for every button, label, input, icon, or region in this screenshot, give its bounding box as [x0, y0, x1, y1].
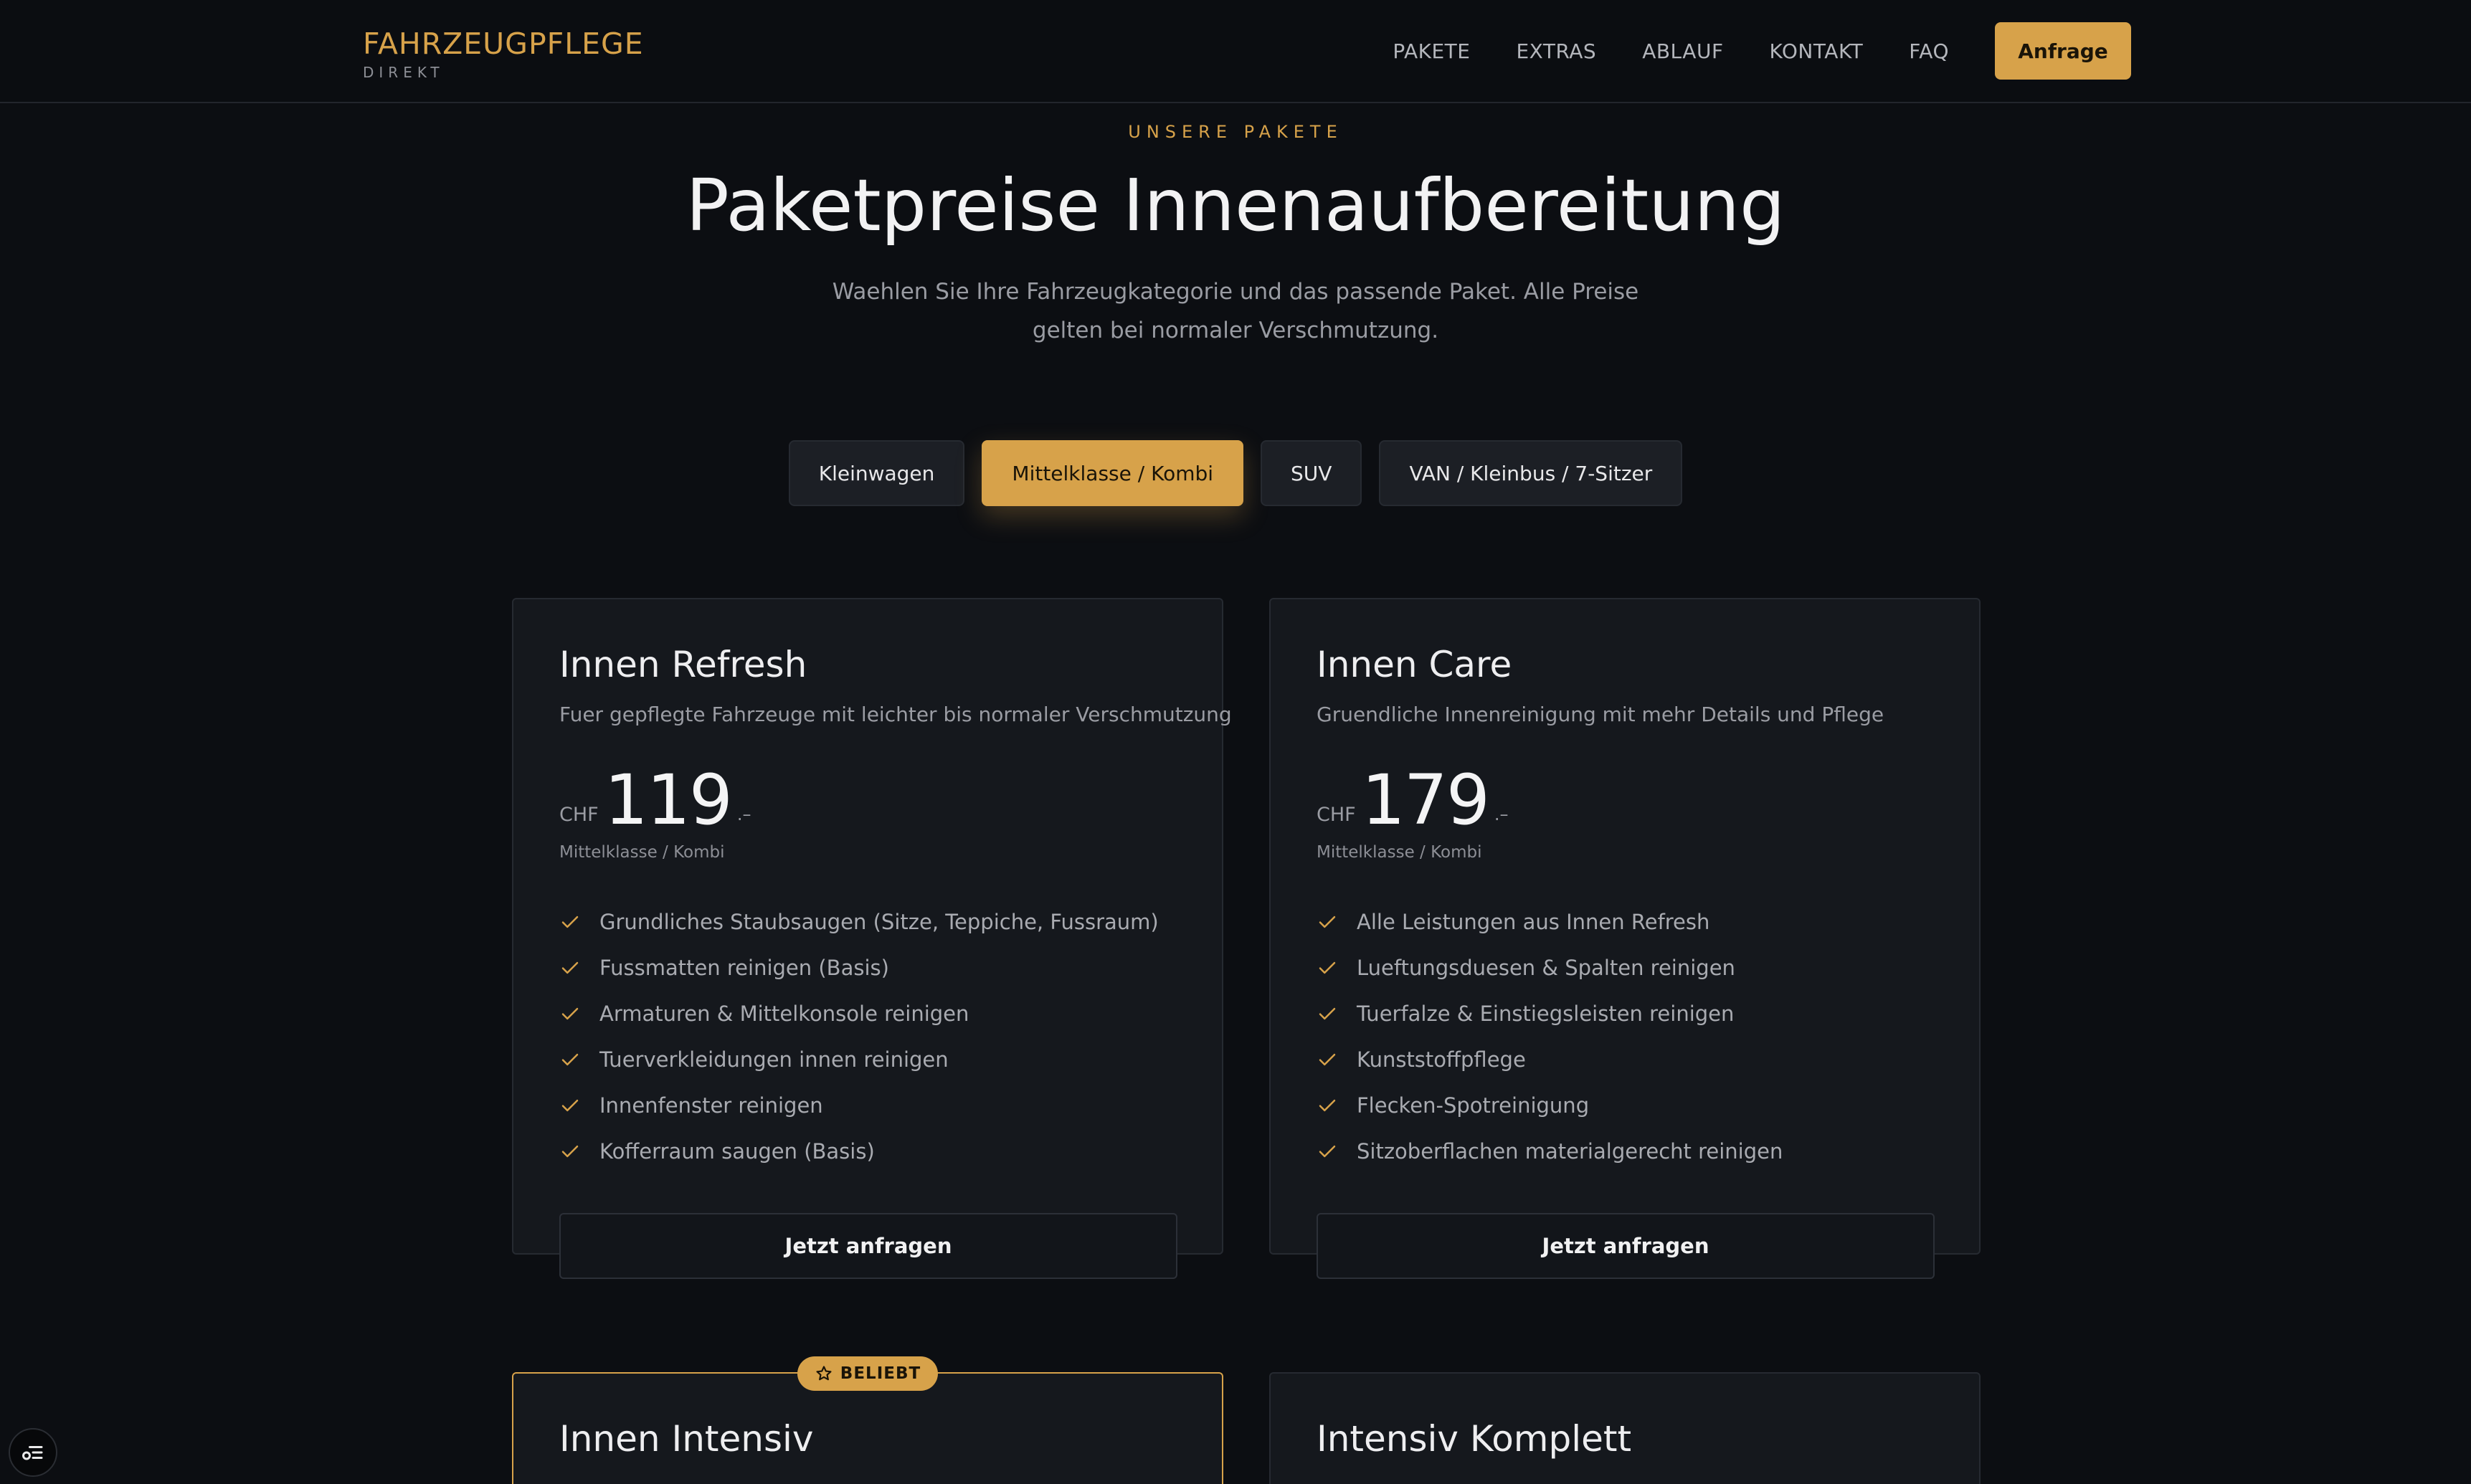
feature-text: Kofferraum saugen (Basis)	[599, 1139, 875, 1164]
popular-badge: BELIEBT	[797, 1356, 938, 1391]
feature-list: Grundliches Staubsaugen (Sitze, Teppiche…	[559, 899, 1190, 1174]
list-item: Innenfenster reinigen	[559, 1083, 1190, 1128]
list-item: Tuerfalze & Einstiegsleisten reinigen	[1317, 991, 1948, 1037]
check-icon	[1319, 961, 1336, 974]
star-icon	[816, 1366, 832, 1381]
feature-text: Lueftungsduesen & Spalten reinigen	[1357, 956, 1735, 980]
list-item: Kofferraum saugen (Basis)	[559, 1128, 1190, 1174]
list-item: Kunststoffpflege	[1317, 1037, 1948, 1083]
check-icon	[1319, 1007, 1336, 1020]
list-item: Alle Leistungen aus Innen Refresh	[1317, 899, 1948, 945]
nav-link-pakete[interactable]: PAKETE	[1393, 39, 1470, 63]
jetzt-anfragen-button[interactable]: Jetzt anfragen	[1317, 1213, 1935, 1279]
feature-text: Fussmatten reinigen (Basis)	[599, 956, 889, 980]
price-value: 179	[1361, 760, 1490, 840]
list-item: Flecken-Spotreinigung	[1317, 1083, 1948, 1128]
package-description: Fuer gepflegte Fahrzeuge mit leichter bi…	[559, 703, 1232, 726]
anfrage-button[interactable]: Anfrage	[1995, 22, 2131, 80]
list-item: Sitzoberflachen materialgerecht reinigen	[1317, 1128, 1948, 1174]
check-icon	[561, 1007, 579, 1020]
nav-link-faq[interactable]: FAQ	[1909, 39, 1949, 63]
feature-text: Tuerverkleidungen innen reinigen	[599, 1047, 949, 1072]
tab-suv[interactable]: SUV	[1261, 440, 1362, 506]
feature-text: Grundliches Staubsaugen (Sitze, Teppiche…	[599, 910, 1159, 934]
section-eyebrow: UNSERE PAKETE	[1128, 122, 1343, 142]
jetzt-anfragen-button[interactable]: Jetzt anfragen	[559, 1213, 1177, 1279]
package-title: Intensiv Komplett	[1317, 1418, 1632, 1460]
check-icon	[1319, 1053, 1336, 1066]
main-nav: PAKETE EXTRAS ABLAUF KONTAKT FAQ Anfrage	[1393, 0, 2131, 102]
check-icon	[561, 1099, 579, 1112]
package-description: Gruendliche Innenreinigung mit mehr Deta…	[1317, 703, 1884, 726]
price-suffix: .–	[736, 804, 751, 824]
check-icon	[1319, 1145, 1336, 1158]
package-card-intensiv-komplett: Intensiv Komplett	[1269, 1372, 1981, 1484]
tab-mittelklasse-kombi[interactable]: Mittelklasse / Kombi	[982, 440, 1244, 506]
feature-text: Armaturen & Mittelkonsole reinigen	[599, 1002, 969, 1026]
feature-list: Alle Leistungen aus Innen Refresh Lueftu…	[1317, 899, 1948, 1174]
package-card-innen-care: Innen Care Gruendliche Innenreinigung mi…	[1269, 598, 1981, 1279]
feature-text: Alle Leistungen aus Innen Refresh	[1357, 910, 1710, 934]
tab-van-kleinbus[interactable]: VAN / Kleinbus / 7-Sitzer	[1379, 440, 1683, 506]
check-icon	[561, 961, 579, 974]
nav-link-kontakt[interactable]: KONTAKT	[1770, 39, 1864, 63]
check-icon	[1319, 1099, 1336, 1112]
badge-label: BELIEBT	[840, 1364, 921, 1383]
list-item: Tuerverkleidungen innen reinigen	[559, 1037, 1190, 1083]
check-icon	[1319, 915, 1336, 928]
check-icon	[561, 1145, 579, 1158]
feature-text: Flecken-Spotreinigung	[1357, 1093, 1590, 1118]
package-title: Innen Intensiv	[559, 1418, 814, 1460]
check-icon	[561, 915, 579, 928]
price-currency: CHF	[1317, 804, 1356, 826]
list-item: Grundliches Staubsaugen (Sitze, Teppiche…	[559, 899, 1190, 945]
tab-kleinwagen[interactable]: Kleinwagen	[788, 440, 965, 506]
package-title: Innen Refresh	[559, 644, 807, 685]
feature-text: Kunststoffpflege	[1357, 1047, 1526, 1072]
page-subtitle: Waehlen Sie Ihre Fahrzeugkategorie und d…	[832, 279, 1639, 343]
list-item: Lueftungsduesen & Spalten reinigen	[1317, 945, 1948, 991]
nav-link-extras[interactable]: EXTRAS	[1516, 39, 1596, 63]
check-icon	[561, 1053, 579, 1066]
brand-subtitle: DIREKT	[363, 64, 445, 81]
list-item: Armaturen & Mittelkonsole reinigen	[559, 991, 1190, 1037]
package-title: Innen Care	[1317, 644, 1512, 685]
settings-list-icon	[22, 1446, 43, 1460]
package-price: CHF 119 .–	[559, 764, 751, 836]
price-category: Mittelklasse / Kombi	[1317, 843, 1482, 862]
brand-name: FAHRZEUGPFLEGE	[363, 27, 644, 61]
package-card-innen-refresh: Innen Refresh Fuer gepflegte Fahrzeuge m…	[512, 598, 1232, 1279]
site-header: FAHRZEUGPFLEGE DIREKT PAKETE EXTRAS ABLA…	[0, 0, 2471, 103]
feature-text: Tuerfalze & Einstiegsleisten reinigen	[1357, 1002, 1735, 1026]
settings-widget-button[interactable]	[9, 1428, 57, 1477]
package-price: CHF 179 .–	[1317, 764, 1509, 836]
brand-logo[interactable]: FAHRZEUGPFLEGE DIREKT	[363, 26, 644, 82]
price-currency: CHF	[559, 804, 599, 826]
nav-link-ablauf[interactable]: ABLAUF	[1642, 39, 1723, 63]
feature-text: Sitzoberflachen materialgerecht reinigen	[1357, 1139, 1783, 1164]
feature-text: Innenfenster reinigen	[599, 1093, 823, 1118]
vehicle-category-tabs: Kleinwagen Mittelklasse / Kombi SUV VAN …	[0, 440, 2471, 506]
price-category: Mittelklasse / Kombi	[559, 843, 725, 862]
page-title: Paketpreise Innenaufbereitung	[686, 163, 1785, 247]
list-item: Fussmatten reinigen (Basis)	[559, 945, 1190, 991]
price-suffix: .–	[1494, 804, 1509, 824]
price-value: 119	[604, 760, 733, 840]
